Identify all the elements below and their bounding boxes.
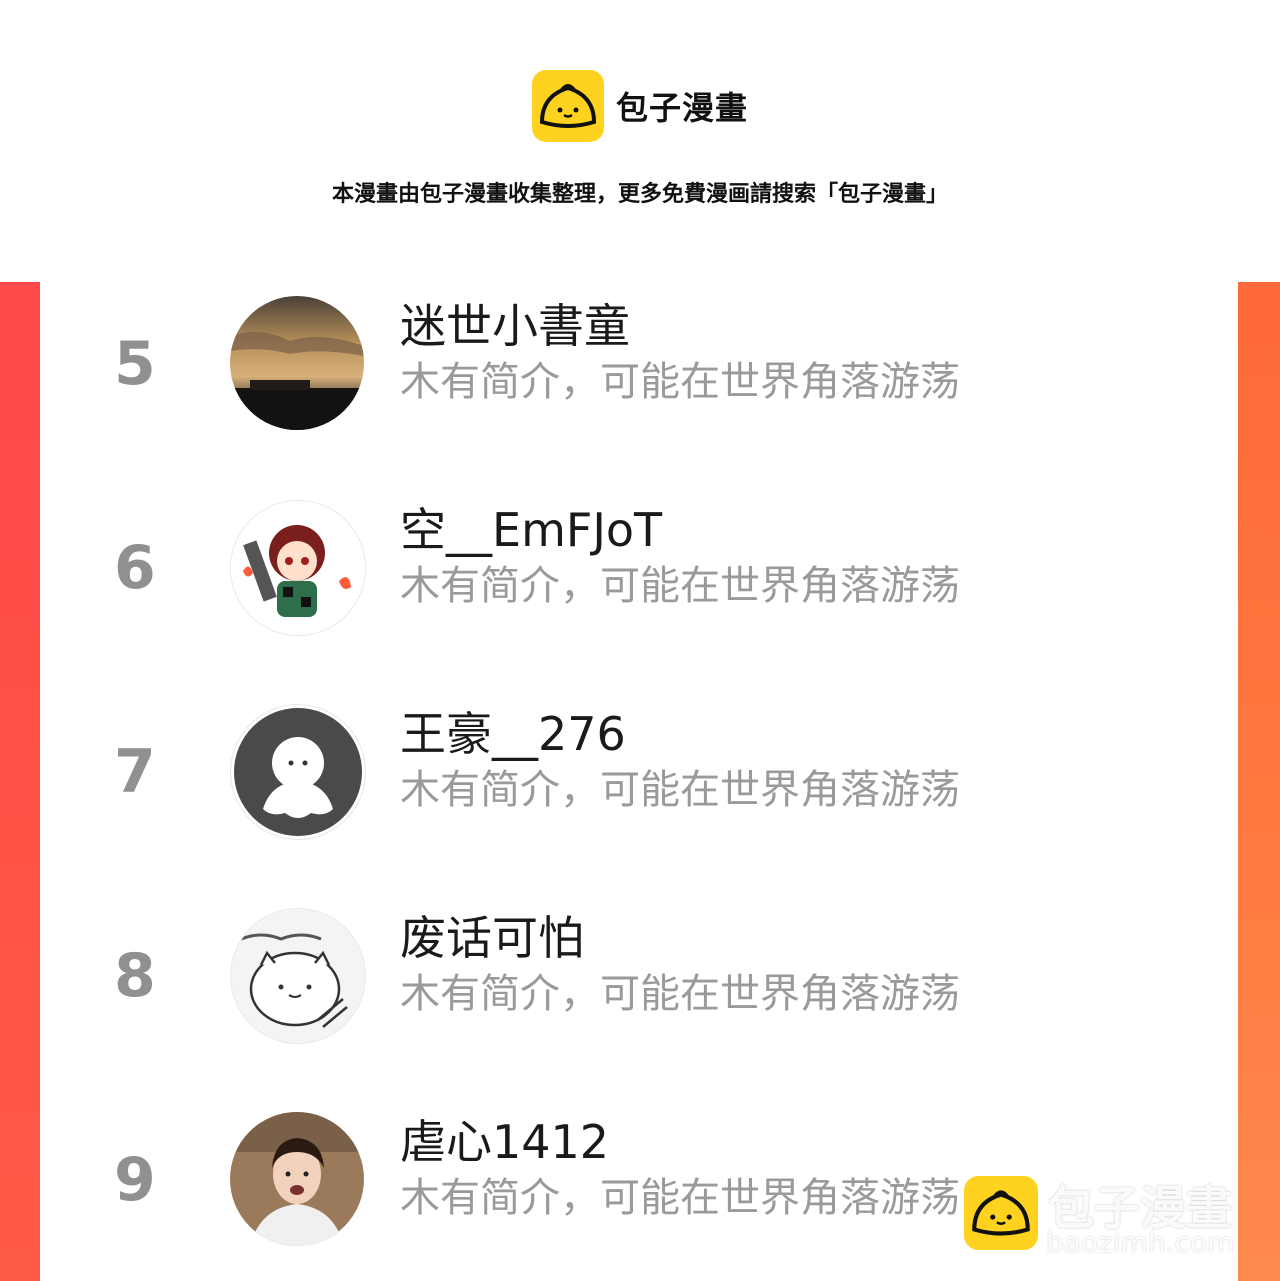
username[interactable]: 虐心1412	[400, 1114, 609, 1170]
user-bio: 木有简介，可能在世界角落游荡	[400, 359, 960, 405]
avatar[interactable]	[230, 500, 366, 636]
watermark: 包子漫畫 baozimh.com	[964, 1172, 1264, 1268]
user-bio: 木有简介，可能在世界角落游荡	[400, 1175, 960, 1221]
collection-notice: 本漫畫由包子漫畫收集整理，更多免費漫画請搜索「包子漫畫」	[331, 182, 948, 207]
username[interactable]: 王豪__276	[400, 706, 626, 762]
anime-character-avatar	[231, 501, 365, 635]
user-bio: 木有简介，可能在世界角落游荡	[400, 563, 960, 609]
rank-number: 8	[114, 941, 156, 1011]
username[interactable]: 迷世小書童	[400, 298, 630, 354]
rank-number: 7	[114, 737, 156, 807]
list-item[interactable]: 7 王豪__276 木有简介，可能在世界角落游荡	[40, 692, 1238, 842]
avatar[interactable]	[230, 296, 364, 430]
list-item[interactable]: 5 迷世小書童 木有简介，可能在世界角落游荡	[40, 284, 1238, 434]
avatar[interactable]	[230, 704, 366, 840]
list-item[interactable]: 6 空__EmFJoT 木有简介，可能在世界角落游荡	[40, 488, 1238, 638]
page-header: 包子漫畫 本漫畫由包子漫畫收集整理，更多免費漫画請搜索「包子漫畫」	[0, 0, 1280, 282]
rank-number: 5	[114, 329, 156, 399]
bun-logo-icon	[532, 70, 604, 142]
sunset-photo-avatar	[230, 296, 364, 430]
watermark-url: baozimh.com	[1046, 1226, 1235, 1259]
avatar[interactable]	[230, 1112, 364, 1246]
rank-number: 9	[114, 1145, 156, 1215]
person-photo-avatar	[230, 1112, 364, 1246]
left-accent-bar	[0, 282, 40, 1281]
brand-name: 包子漫畫	[616, 89, 749, 127]
username[interactable]: 废话可怕	[400, 910, 584, 966]
user-bio: 木有简介，可能在世界角落游荡	[400, 971, 960, 1017]
username[interactable]: 空__EmFJoT	[400, 502, 662, 558]
list-item[interactable]: 8 废话可怕 木有简介，可能在世界角落游荡	[40, 896, 1238, 1046]
brand[interactable]: 包子漫畫	[532, 70, 748, 142]
user-bio: 木有简介，可能在世界角落游荡	[400, 767, 960, 813]
default-ghost-avatar	[234, 708, 362, 836]
right-accent-bar	[1238, 282, 1280, 1281]
avatar[interactable]	[230, 908, 366, 1044]
bun-logo-icon	[964, 1176, 1038, 1250]
cartoon-cat-avatar	[231, 909, 365, 1043]
rank-number: 6	[114, 533, 156, 603]
